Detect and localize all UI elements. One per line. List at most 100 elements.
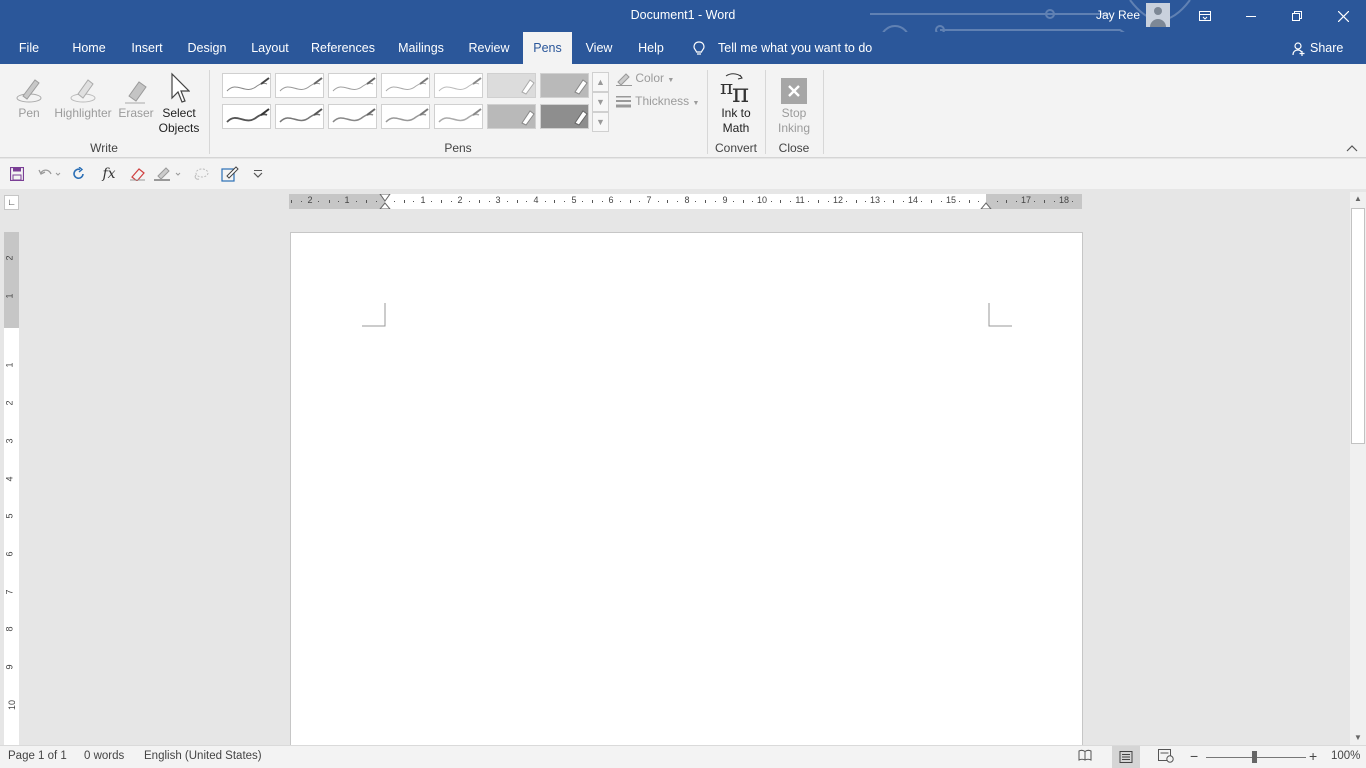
ruler-number: 1	[420, 195, 426, 205]
undo-button[interactable]	[36, 165, 62, 183]
color-dropdown[interactable]: Color ▼	[616, 71, 674, 86]
pen-swatch[interactable]	[434, 104, 483, 129]
highlighter-button[interactable]: Highlighter	[50, 70, 116, 121]
save-button[interactable]	[8, 165, 26, 183]
zoom-out-button[interactable]: −	[1190, 748, 1198, 764]
quick-access-toolbar: fx	[0, 159, 1366, 189]
gallery-scroll-down[interactable]: ▼	[592, 92, 609, 112]
tab-references[interactable]: References	[306, 32, 380, 64]
ink-editor-button[interactable]	[220, 165, 240, 183]
collapse-ribbon-button[interactable]	[1346, 144, 1358, 155]
pi-math-icon: ππ	[720, 73, 749, 104]
avatar[interactable]	[1146, 3, 1170, 27]
ruler-number: 3	[495, 195, 501, 205]
ruler-number: 3	[4, 438, 15, 444]
zoom-slider-thumb[interactable]	[1252, 751, 1257, 763]
stop-inking-button[interactable]: Stop Inking	[772, 70, 816, 136]
ribbon-tabs: File Home Insert Design Layout Reference…	[0, 32, 1366, 64]
select-objects-button[interactable]: Select Objects	[156, 70, 202, 136]
gallery-more[interactable]: ▼	[592, 112, 609, 132]
group-label-close: Close	[778, 141, 810, 155]
thickness-label: Thickness	[635, 94, 690, 108]
zoom-level[interactable]: 100%	[1331, 750, 1360, 762]
ruler-number: 2	[457, 195, 463, 205]
tab-view[interactable]: View	[580, 32, 618, 64]
ruler-number: 18	[1058, 195, 1070, 205]
tell-me-search[interactable]: Tell me what you want to do	[692, 32, 872, 64]
tab-pens[interactable]: Pens	[523, 32, 572, 64]
horizontal-ruler[interactable]: 2 1 1 2 3 4 5 6 7 8 9 10 11 12 13 14 15 …	[289, 194, 1082, 209]
ruler-number: 2	[4, 400, 15, 406]
tab-selector[interactable]: ∟	[4, 195, 19, 210]
chevron-down-icon: ▼	[596, 97, 605, 107]
word-count[interactable]: 0 words	[84, 750, 124, 762]
scroll-up-arrow-icon[interactable]: ▲	[1350, 192, 1366, 206]
scroll-down-arrow-icon[interactable]: ▼	[1350, 731, 1366, 745]
pen-stroke-icon	[438, 108, 482, 123]
ruler-number: 6	[4, 551, 15, 557]
pen-color-qat-button[interactable]	[154, 165, 184, 183]
page-count[interactable]: Page 1 of 1	[8, 750, 67, 762]
lasso-select-button[interactable]	[192, 165, 210, 183]
scrollbar-thumb[interactable]	[1351, 208, 1365, 444]
pen-swatch[interactable]	[275, 104, 324, 129]
highlighter-swatch[interactable]	[487, 104, 536, 129]
ruler-number: 17	[1020, 195, 1032, 205]
pen-stroke-icon	[226, 108, 270, 123]
tab-design[interactable]: Design	[180, 32, 234, 64]
vertical-scrollbar[interactable]: ▲ ▼	[1350, 192, 1366, 745]
pen-stroke-icon	[279, 77, 323, 92]
tab-insert[interactable]: Insert	[124, 32, 170, 64]
arrow-cursor-icon	[171, 72, 190, 103]
select-objects-label-line2: Objects	[158, 121, 200, 135]
svg-text:π: π	[732, 79, 749, 104]
pen-swatch[interactable]	[222, 104, 271, 129]
pen-swatch[interactable]	[275, 73, 324, 98]
document-page[interactable]	[290, 232, 1083, 745]
pen-swatch[interactable]	[434, 73, 483, 98]
eraser-button[interactable]: Eraser	[116, 70, 156, 121]
thickness-dropdown[interactable]: Thickness ▼	[616, 94, 699, 109]
pen-swatch[interactable]	[381, 73, 430, 98]
print-layout-button[interactable]	[1112, 746, 1140, 768]
insert-equation-button[interactable]: fx	[100, 165, 118, 183]
ruler-number: 7	[4, 589, 15, 595]
tab-home[interactable]: Home	[64, 32, 114, 64]
gallery-scroll-up[interactable]: ▲	[592, 72, 609, 92]
tab-mailings[interactable]: Mailings	[390, 32, 452, 64]
pen-swatch[interactable]	[328, 104, 377, 129]
book-icon	[1078, 749, 1092, 761]
ruler-number: 10	[756, 195, 768, 205]
highlighter-swatch[interactable]	[487, 73, 536, 98]
ink-to-math-button[interactable]: ππ Ink to Math	[713, 70, 759, 136]
pen-swatch[interactable]	[381, 104, 430, 129]
ribbon-display-options-button[interactable]	[1182, 0, 1228, 32]
language[interactable]: English (United States)	[144, 750, 262, 762]
zoom-in-button[interactable]: +	[1309, 748, 1317, 764]
vertical-ruler[interactable]: 2 1 1 2 3 4 5 6 7 8 9 10	[4, 232, 19, 745]
ruler-number: 9	[4, 664, 15, 670]
read-mode-button[interactable]	[1078, 749, 1092, 764]
restore-button[interactable]	[1274, 0, 1320, 32]
tab-file[interactable]: File	[8, 32, 50, 64]
minimize-button[interactable]	[1228, 0, 1274, 32]
share-button[interactable]: Share	[1292, 32, 1343, 64]
highlighter-swatch[interactable]	[540, 104, 589, 129]
crop-mark-top-left	[362, 303, 386, 327]
eraser-qat-button[interactable]	[128, 165, 148, 183]
pen-button[interactable]: Pen	[10, 70, 48, 121]
function-fx-icon: fx	[102, 166, 116, 182]
web-layout-button[interactable]	[1158, 749, 1174, 766]
redo-button[interactable]	[70, 165, 88, 183]
tab-help[interactable]: Help	[630, 32, 672, 64]
customize-qat-button[interactable]	[250, 165, 266, 183]
pen-stroke-icon	[385, 77, 429, 92]
pen-swatch[interactable]	[222, 73, 271, 98]
tab-review[interactable]: Review	[462, 32, 516, 64]
tab-layout[interactable]: Layout	[244, 32, 296, 64]
highlighter-swatch[interactable]	[540, 73, 589, 98]
pen-swatch[interactable]	[328, 73, 377, 98]
dropdown-caret-icon: ▼	[692, 100, 700, 107]
close-button[interactable]	[1320, 0, 1366, 32]
user-name[interactable]: Jay Ree	[1096, 8, 1140, 22]
